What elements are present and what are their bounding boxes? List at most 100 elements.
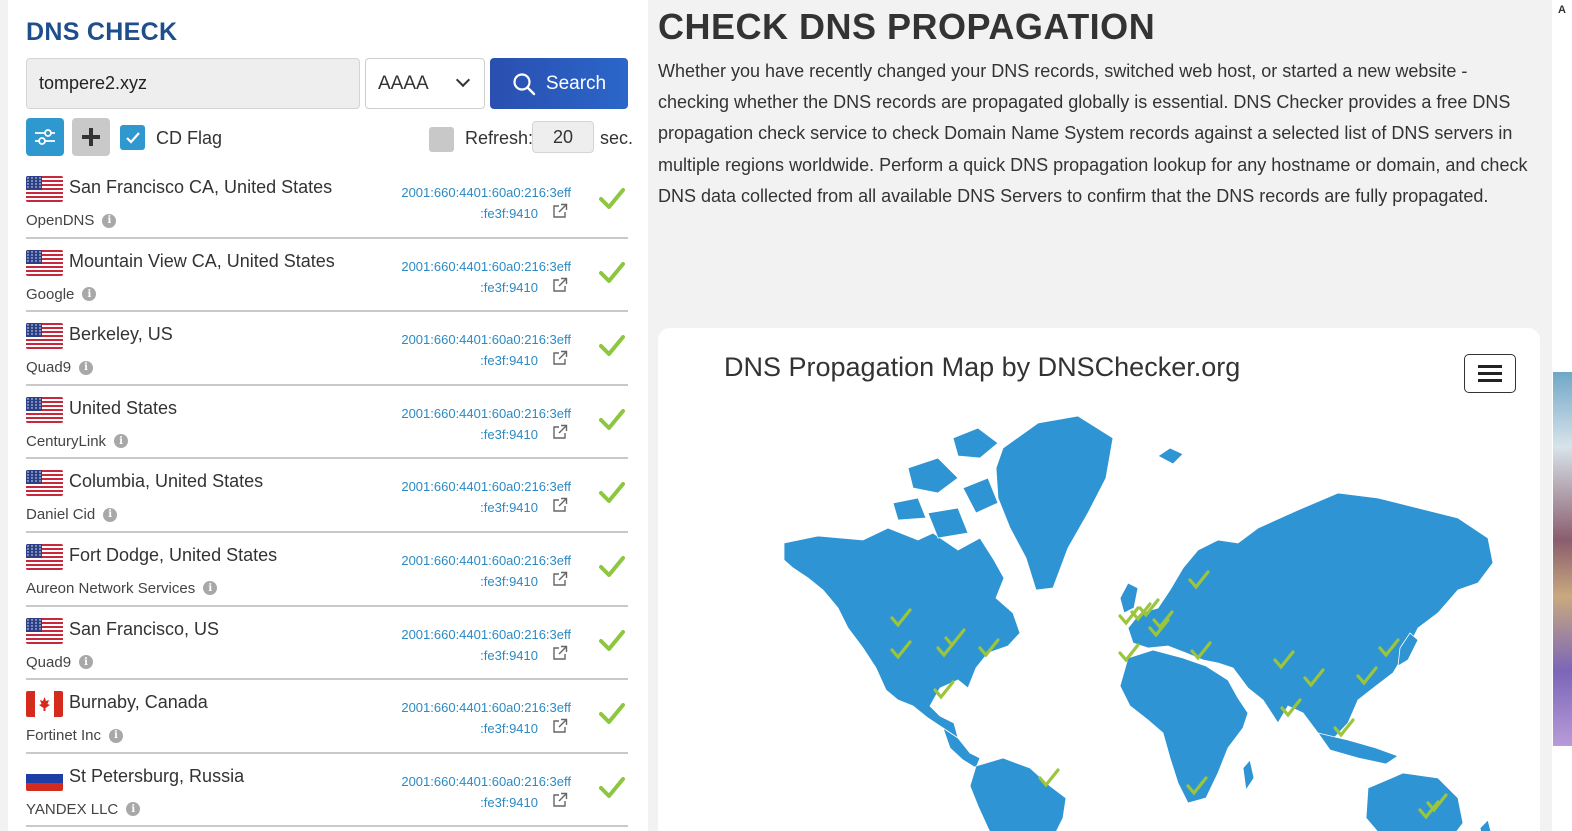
result-ip-line1[interactable]: 2001:660:4401:60a0:216:3eff	[401, 774, 571, 789]
result-provider: Quad9 i	[26, 654, 94, 671]
result-ip-line1[interactable]: 2001:660:4401:60a0:216:3eff	[401, 406, 571, 421]
indonesia-land	[1317, 732, 1399, 765]
australia-land	[1365, 772, 1464, 831]
check-ok-icon	[599, 261, 625, 283]
result-ip-line2[interactable]: :fe3f:9410	[480, 353, 538, 368]
domain-input[interactable]: tompere2.xyz	[26, 58, 360, 109]
dns-check-panel: DNS CHECK tompere2.xyz AAAA Search CD Fl…	[8, 0, 648, 831]
checkmark-icon	[125, 131, 140, 144]
check-ok-icon	[599, 335, 625, 357]
result-provider: Fortinet Inc i	[26, 727, 124, 745]
result-location: St Petersburg, Russia	[69, 765, 245, 786]
map-menu-button[interactable]	[1464, 354, 1516, 393]
result-ip-line2[interactable]: :fe3f:9410	[480, 721, 538, 736]
result-ip-line1[interactable]: 2001:660:4401:60a0:216:3eff	[401, 259, 571, 274]
refresh-interval-input[interactable]: 20	[532, 121, 594, 153]
external-link-icon[interactable]	[552, 350, 568, 366]
result-provider: Google i	[26, 285, 97, 303]
result-row: Columbia, United States Daniel Cid i 2001:6…	[26, 459, 628, 533]
external-link-icon[interactable]	[552, 718, 568, 734]
result-ip-line2[interactable]: :fe3f:9410	[480, 795, 538, 810]
external-link-icon[interactable]	[552, 203, 568, 219]
provider-name: OpenDNS	[26, 212, 95, 229]
check-ok-icon	[599, 776, 625, 798]
result-location: Mountain View CA, United States	[69, 250, 335, 271]
settings-button[interactable]	[26, 118, 64, 156]
provider-name: Aureon Network Services	[26, 579, 196, 597]
result-ip-line2[interactable]: :fe3f:9410	[480, 500, 538, 515]
external-link-icon[interactable]	[552, 645, 568, 661]
madagascar-land	[1242, 759, 1255, 792]
north-america-land	[783, 527, 1021, 739]
check-ok-icon	[599, 408, 625, 430]
flag-ru-icon	[26, 764, 63, 791]
result-row: United States CenturyLink i 2001:660:4401:6…	[26, 386, 628, 460]
flag-us-icon	[26, 176, 63, 202]
result-provider: Quad9 i	[26, 359, 94, 376]
check-ok-icon	[599, 555, 625, 577]
result-ip-line1[interactable]: 2001:660:4401:60a0:216:3eff	[401, 627, 571, 642]
result-ip-line1[interactable]: 2001:660:4401:60a0:216:3eff	[401, 479, 571, 494]
external-link-icon[interactable]	[552, 277, 568, 293]
result-ip-line1[interactable]: 2001:660:4401:60a0:216:3eff	[401, 332, 571, 347]
result-ip-line2[interactable]: :fe3f:9410	[480, 574, 538, 589]
refresh-checkbox[interactable]	[429, 127, 454, 152]
result-row: Mountain View CA, United States Google i 20…	[26, 239, 628, 313]
flag-us-icon	[26, 543, 63, 570]
result-row: Fort Dodge, United States Aureon Network …	[26, 533, 628, 607]
search-button[interactable]: Search	[490, 58, 628, 109]
result-ip-line2[interactable]: :fe3f:9410	[480, 206, 538, 221]
greenland-land	[995, 415, 1114, 591]
page-title: CHECK DNS PROPAGATION	[658, 6, 1156, 47]
info-icon[interactable]: i	[79, 655, 94, 670]
edge-letter: A	[1558, 4, 1566, 16]
search-icon	[513, 72, 536, 95]
provider-name: Fortinet Inc	[26, 727, 102, 745]
cd-flag-checkbox[interactable]	[120, 125, 145, 150]
result-ip-line1[interactable]: 2001:660:4401:60a0:216:3eff	[401, 185, 571, 200]
result-ip-line1[interactable]: 2001:660:4401:60a0:216:3eff	[401, 553, 571, 568]
plus-icon	[82, 128, 100, 146]
provider-name: Google	[26, 285, 75, 303]
check-ok-icon	[599, 482, 625, 504]
check-ok-icon	[599, 703, 625, 725]
flag-ca-icon	[26, 691, 63, 718]
cd-flag-label: CD Flag	[156, 128, 223, 148]
info-icon[interactable]: i	[126, 802, 141, 817]
result-ip-line1[interactable]: 2001:660:4401:60a0:216:3eff	[401, 700, 571, 715]
result-location: Columbia, United States	[69, 471, 264, 492]
result-location: San Francisco CA, United States	[69, 177, 333, 197]
info-icon[interactable]: i	[103, 507, 118, 522]
south-america-land	[969, 757, 1067, 831]
uk-land	[1119, 582, 1139, 614]
result-location: Fort Dodge, United States	[69, 544, 278, 565]
provider-name: CenturyLink	[26, 432, 107, 450]
result-ip-line2[interactable]: :fe3f:9410	[480, 427, 538, 442]
result-ip-line2[interactable]: :fe3f:9410	[480, 648, 538, 663]
result-provider: CenturyLink i	[26, 432, 129, 450]
record-type-select[interactable]: AAAA	[365, 58, 485, 109]
result-ip-line2[interactable]: :fe3f:9410	[480, 280, 538, 295]
info-icon[interactable]: i	[109, 728, 124, 743]
check-ok-icon	[599, 188, 625, 209]
search-label: Search	[545, 72, 607, 94]
hamburger-icon-bar	[1478, 372, 1502, 375]
result-row: Burnaby, Canada Fortinet Inc i 2001:660:440…	[26, 680, 628, 754]
info-icon[interactable]: i	[102, 213, 117, 228]
info-icon[interactable]: i	[114, 434, 129, 449]
result-provider: YANDEX LLC i	[26, 801, 141, 818]
external-link-icon[interactable]	[552, 424, 568, 440]
external-link-icon[interactable]	[552, 497, 568, 513]
external-link-icon[interactable]	[552, 792, 568, 808]
propagation-map-card: DNS Propagation Map by DNSChecker.org	[658, 328, 1540, 831]
info-icon[interactable]: i	[82, 287, 97, 302]
info-icon[interactable]: i	[203, 581, 218, 596]
info-icon[interactable]: i	[79, 360, 94, 375]
map-check-marker	[1038, 768, 1060, 788]
flag-us-icon	[26, 470, 63, 497]
result-provider: OpenDNS i	[26, 212, 117, 229]
add-button[interactable]	[72, 118, 110, 156]
result-location: Burnaby, Canada	[69, 692, 208, 713]
external-link-icon[interactable]	[552, 571, 568, 587]
flag-us-icon	[26, 323, 63, 350]
